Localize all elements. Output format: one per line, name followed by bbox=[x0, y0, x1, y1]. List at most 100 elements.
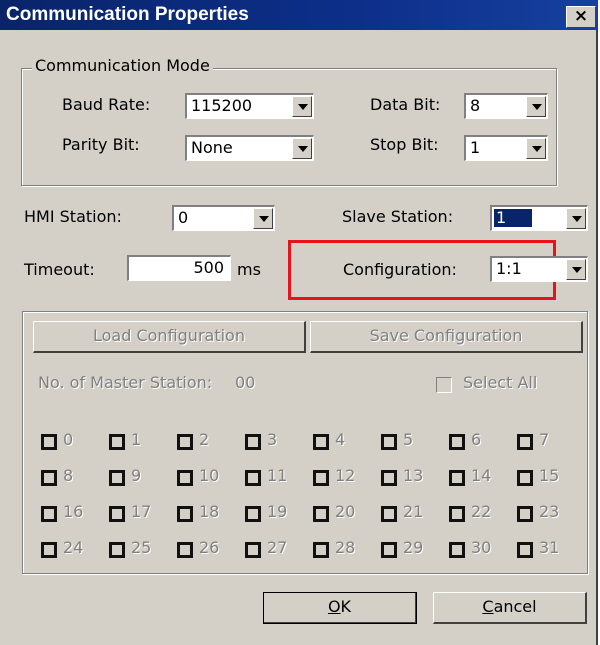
station-checkbox[interactable] bbox=[517, 470, 533, 486]
select-all-label: Select All bbox=[463, 373, 538, 392]
station-label: 31 bbox=[539, 538, 560, 557]
station-checkbox[interactable] bbox=[41, 506, 57, 522]
dropdown-arrow-icon[interactable] bbox=[566, 208, 586, 229]
station-label: 3 bbox=[267, 430, 278, 449]
hmi-station-select[interactable]: 0 bbox=[172, 205, 275, 231]
station-checkbox[interactable] bbox=[517, 542, 533, 558]
station-label: 22 bbox=[471, 502, 492, 521]
timeout-label: Timeout: bbox=[24, 260, 95, 279]
station-checkbox[interactable] bbox=[109, 542, 125, 558]
communication-properties-dialog: Communication Properties × Communication… bbox=[0, 0, 598, 645]
dropdown-arrow-icon[interactable] bbox=[526, 96, 546, 117]
hmi-station-label: HMI Station: bbox=[24, 207, 122, 226]
station-checkbox[interactable] bbox=[109, 506, 125, 522]
station-checkbox[interactable] bbox=[177, 470, 193, 486]
timeout-value: 500 bbox=[193, 258, 224, 277]
station-checkbox[interactable] bbox=[381, 470, 397, 486]
cancel-button[interactable]: Cancel bbox=[433, 592, 587, 624]
parity-bit-label: Parity Bit: bbox=[62, 135, 140, 154]
slave-station-label: Slave Station: bbox=[342, 207, 454, 226]
station-checkbox[interactable] bbox=[245, 542, 261, 558]
hmi-station-value: 0 bbox=[178, 208, 189, 227]
station-checkbox[interactable] bbox=[449, 434, 465, 450]
timeout-input[interactable]: 500 bbox=[127, 255, 231, 281]
communication-mode-group bbox=[21, 68, 557, 186]
data-bit-value: 8 bbox=[470, 96, 481, 115]
select-all-checkbox[interactable] bbox=[436, 377, 452, 393]
dropdown-arrow-icon[interactable] bbox=[253, 208, 273, 229]
station-checkbox[interactable] bbox=[313, 470, 329, 486]
timeout-unit: ms bbox=[237, 260, 261, 279]
station-label: 16 bbox=[63, 502, 84, 521]
dropdown-arrow-icon[interactable] bbox=[292, 138, 312, 159]
station-label: 5 bbox=[403, 430, 414, 449]
station-checkbox[interactable] bbox=[313, 434, 329, 450]
station-label: 27 bbox=[267, 538, 288, 557]
ok-button[interactable]: OK bbox=[263, 592, 417, 624]
station-label: 19 bbox=[267, 502, 288, 521]
station-checkbox[interactable] bbox=[41, 542, 57, 558]
station-label: 6 bbox=[471, 430, 482, 449]
station-checkbox[interactable] bbox=[381, 542, 397, 558]
save-configuration-button[interactable]: Save Configuration bbox=[310, 321, 583, 353]
stop-bit-select[interactable]: 1 bbox=[464, 135, 548, 161]
station-checkbox[interactable] bbox=[245, 506, 261, 522]
station-checkbox[interactable] bbox=[177, 434, 193, 450]
station-checkbox[interactable] bbox=[449, 542, 465, 558]
station-checkbox[interactable] bbox=[381, 434, 397, 450]
station-checkbox[interactable] bbox=[449, 470, 465, 486]
station-checkbox[interactable] bbox=[177, 506, 193, 522]
slave-station-select[interactable]: 1 bbox=[490, 205, 588, 231]
station-checkbox[interactable] bbox=[177, 542, 193, 558]
configuration-select[interactable]: 1:1 bbox=[490, 256, 588, 282]
station-label: 17 bbox=[131, 502, 152, 521]
station-checkbox[interactable] bbox=[41, 434, 57, 450]
station-label: 13 bbox=[403, 466, 424, 485]
station-checkbox[interactable] bbox=[381, 506, 397, 522]
station-checkbox[interactable] bbox=[245, 434, 261, 450]
master-count-value: 00 bbox=[235, 373, 256, 392]
baud-rate-select[interactable]: 115200 bbox=[185, 93, 314, 119]
station-label: 30 bbox=[471, 538, 492, 557]
station-label: 23 bbox=[539, 502, 560, 521]
station-label: 24 bbox=[63, 538, 84, 557]
station-label: 28 bbox=[335, 538, 356, 557]
data-bit-label: Data Bit: bbox=[370, 95, 441, 114]
station-label: 1 bbox=[131, 430, 142, 449]
stop-bit-label: Stop Bit: bbox=[370, 135, 439, 154]
master-count-label: No. of Master Station: bbox=[38, 373, 213, 392]
station-label: 2 bbox=[199, 430, 210, 449]
station-checkbox[interactable] bbox=[109, 470, 125, 486]
station-label: 11 bbox=[267, 466, 288, 485]
station-checkbox[interactable] bbox=[313, 542, 329, 558]
station-checkbox[interactable] bbox=[449, 506, 465, 522]
station-checkbox[interactable] bbox=[109, 434, 125, 450]
station-label: 7 bbox=[539, 430, 550, 449]
parity-bit-select[interactable]: None bbox=[185, 135, 314, 161]
dropdown-arrow-icon[interactable] bbox=[292, 96, 312, 117]
load-configuration-button[interactable]: Load Configuration bbox=[33, 321, 306, 353]
station-label: 20 bbox=[335, 502, 356, 521]
dropdown-arrow-icon[interactable] bbox=[566, 259, 586, 280]
station-checkbox[interactable] bbox=[517, 434, 533, 450]
station-label: 8 bbox=[63, 466, 74, 485]
close-button[interactable]: × bbox=[566, 6, 596, 28]
ok-label-rest: K bbox=[340, 597, 352, 616]
communication-mode-legend: Communication Mode bbox=[32, 56, 213, 75]
station-label: 29 bbox=[403, 538, 424, 557]
station-label: 14 bbox=[471, 466, 492, 485]
station-checkbox[interactable] bbox=[245, 470, 261, 486]
baud-rate-value: 115200 bbox=[191, 96, 253, 115]
station-checkbox[interactable] bbox=[41, 470, 57, 486]
station-label: 18 bbox=[199, 502, 220, 521]
station-checkbox[interactable] bbox=[517, 506, 533, 522]
station-label: 26 bbox=[199, 538, 220, 557]
station-checkbox[interactable] bbox=[313, 506, 329, 522]
dropdown-arrow-icon[interactable] bbox=[526, 138, 546, 159]
cancel-hotkey: C bbox=[482, 597, 494, 616]
station-label: 12 bbox=[335, 466, 356, 485]
baud-rate-label: Baud Rate: bbox=[62, 95, 151, 114]
station-label: 25 bbox=[131, 538, 152, 557]
title-bar[interactable]: Communication Properties × bbox=[0, 0, 598, 30]
data-bit-select[interactable]: 8 bbox=[464, 93, 548, 119]
